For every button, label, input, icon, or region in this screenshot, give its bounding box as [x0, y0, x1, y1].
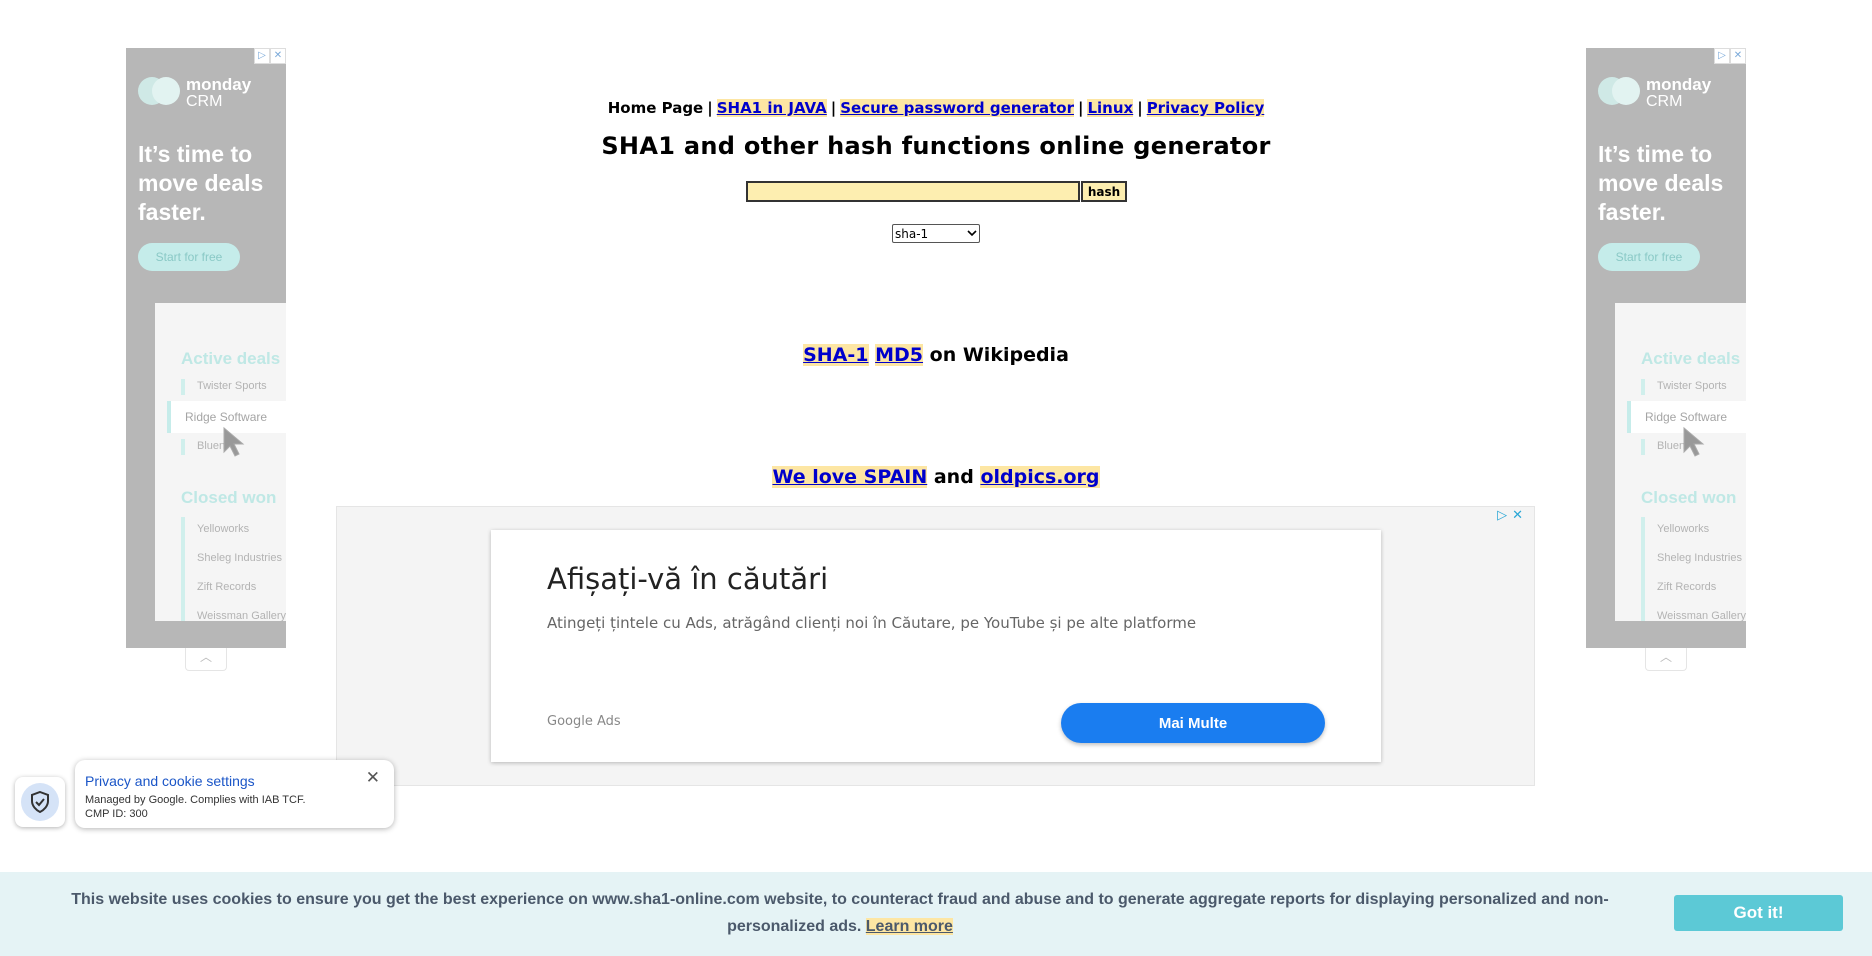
- nav-link-password-generator[interactable]: Secure password generator: [840, 99, 1074, 117]
- algorithm-select[interactable]: sha-1: [892, 224, 980, 243]
- ad-heading: Afișați-vă în căutări: [547, 562, 829, 596]
- cursor-icon: [223, 426, 245, 457]
- ad-deals-preview: Active deals Twister Sports Ridge Softwa…: [1615, 303, 1746, 622]
- ad-headline: It’s time to move deals faster.: [138, 141, 264, 225]
- center-ad[interactable]: ▷✕ Afișați-vă în căutări Atingeți țintel…: [336, 506, 1535, 786]
- cookie-message: This website uses cookies to ensure you …: [71, 891, 1609, 935]
- ad-cta-button[interactable]: Start for free: [138, 243, 240, 271]
- close-icon[interactable]: ✕: [1730, 48, 1746, 64]
- wiki-link-sha1[interactable]: SHA-1: [803, 344, 869, 366]
- collapse-ad-tab[interactable]: ︿: [1645, 648, 1687, 671]
- hash-button[interactable]: hash: [1081, 181, 1127, 202]
- cursor-icon: [1683, 426, 1705, 457]
- ad-more-button[interactable]: Mai Multe: [1061, 703, 1325, 743]
- google-ads-card[interactable]: Afișați-vă în căutări Atingeți țintele c…: [491, 530, 1381, 762]
- ad-cta-button[interactable]: Start for free: [1598, 243, 1700, 271]
- close-icon[interactable]: ✕: [270, 48, 286, 64]
- shield-icon: [31, 791, 49, 813]
- cookie-banner: This website uses cookies to ensure you …: [0, 872, 1872, 956]
- privacy-settings-button[interactable]: [15, 777, 65, 827]
- nav-link-linux[interactable]: Linux: [1087, 99, 1134, 117]
- monday-logo: monday CRM: [138, 76, 251, 110]
- privacy-subtitle: Managed by Google. Complies with IAB TCF…: [85, 794, 306, 820]
- hash-input[interactable]: [746, 181, 1080, 202]
- side-ad-right[interactable]: ▷ ✕ monday CRM It’s time to move deals fas…: [1586, 48, 1746, 648]
- ad-headline: It’s time to move deals faster.: [1598, 141, 1724, 225]
- learn-more-link[interactable]: Learn more: [865, 918, 953, 935]
- privacy-popup: Privacy and cookie settings Managed by G…: [75, 760, 394, 828]
- nav-link-privacy-policy[interactable]: Privacy Policy: [1146, 99, 1265, 117]
- ad-brand: Google Ads: [547, 714, 621, 729]
- ad-deals-preview: Active deals Twister Sports Ridge Softwa…: [155, 303, 286, 622]
- algorithm-selected-value: sha-1: [895, 226, 929, 241]
- link-we-love-spain[interactable]: We love SPAIN: [772, 466, 928, 488]
- wiki-link-md5[interactable]: MD5: [875, 344, 924, 366]
- side-ad-left[interactable]: ▷ ✕ monday CRM It’s time to move deals fas…: [126, 48, 286, 648]
- adchoices-icon[interactable]: ▷: [254, 48, 270, 64]
- monday-logo-icon: [1598, 76, 1642, 106]
- adchoices-icon[interactable]: ▷✕: [1497, 508, 1528, 523]
- close-icon[interactable]: ✕: [366, 768, 380, 788]
- adchoices-icon[interactable]: ▷: [1714, 48, 1730, 64]
- chevron-down-icon: [967, 230, 977, 237]
- monday-logo-icon: [138, 76, 182, 106]
- privacy-title[interactable]: Privacy and cookie settings: [85, 773, 255, 789]
- hash-form: hash: [746, 181, 1127, 202]
- ad-text: Atingeți țintele cu Ads, atrăgând clienț…: [547, 614, 1197, 632]
- link-oldpics[interactable]: oldpics.org: [980, 466, 1100, 488]
- nav-home: Home Page: [607, 99, 704, 117]
- monday-logo: monday CRM: [1598, 76, 1711, 110]
- adchoices[interactable]: ▷ ✕: [1714, 48, 1746, 64]
- adchoices[interactable]: ▷ ✕: [254, 48, 286, 64]
- collapse-ad-tab[interactable]: ︿: [185, 648, 227, 671]
- got-it-button[interactable]: Got it!: [1674, 895, 1843, 931]
- nav-link-sha1-java[interactable]: SHA1 in JAVA: [716, 99, 827, 117]
